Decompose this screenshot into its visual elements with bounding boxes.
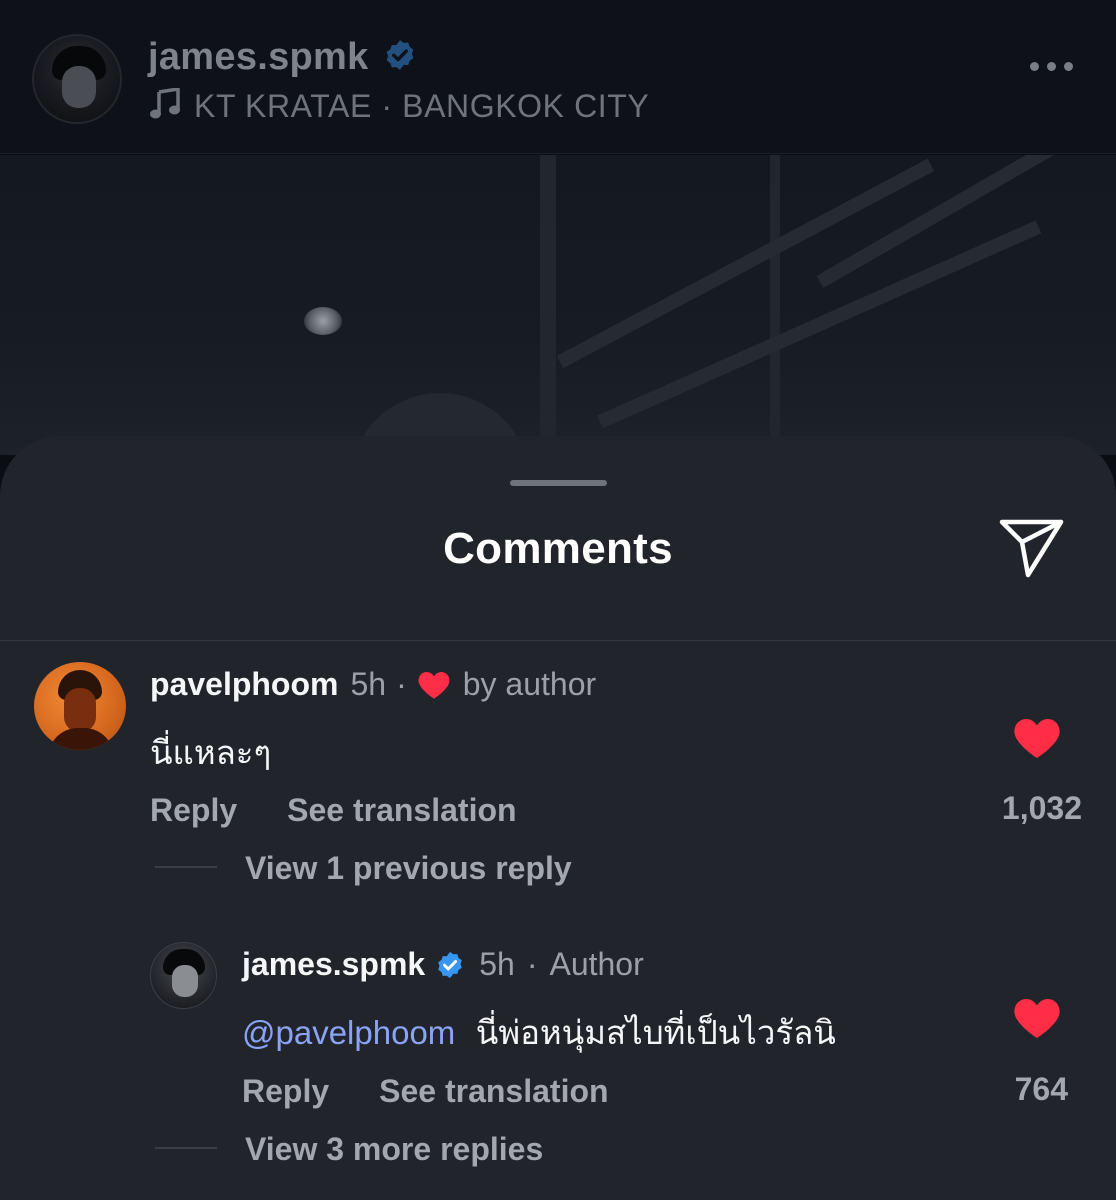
comment-actions: Reply See translation	[150, 792, 517, 829]
mention-link[interactable]: @pavelphoom	[242, 1014, 455, 1051]
heart-icon	[417, 670, 451, 700]
reply-username[interactable]: james.spmk	[242, 946, 425, 983]
post-image	[0, 155, 1116, 455]
more-options-icon[interactable]	[1030, 62, 1073, 71]
view-more-replies-button[interactable]: View 3 more replies	[245, 1131, 543, 1168]
liked-by-author-label: by author	[462, 666, 597, 702]
reply-button[interactable]: Reply	[150, 792, 237, 829]
comment-username[interactable]: pavelphoom	[150, 666, 338, 703]
post-author-avatar[interactable]	[32, 34, 122, 124]
reply-button[interactable]: Reply	[242, 1073, 329, 1110]
post-author-username[interactable]: james.spmk	[148, 36, 369, 79]
reply-actions: Reply See translation	[242, 1073, 609, 1110]
like-count: 764	[1014, 1071, 1068, 1107]
post-header: james.spmk KT KRATAE · BANGKOK CITY	[0, 0, 1116, 154]
comment-header: pavelphoom 5h · by author	[150, 666, 596, 703]
post-music-row[interactable]: KT KRATAE · BANGKOK CITY	[150, 86, 650, 125]
see-translation-button[interactable]: See translation	[287, 792, 516, 829]
heart-icon[interactable]	[1013, 996, 1061, 1040]
reply-text-row: @pavelphoom นี่พ่อหนุ่มสไบที่เป็นไวรัลนิ	[242, 1006, 836, 1059]
thread-line	[155, 1147, 217, 1149]
like-count: 1,032	[1001, 790, 1082, 826]
comment-avatar[interactable]	[34, 662, 126, 750]
author-badge: Author	[549, 946, 644, 982]
view-previous-replies-button[interactable]: View 1 previous reply	[245, 850, 572, 887]
post-music-label: KT KRATAE · BANGKOK CITY	[194, 88, 650, 124]
thread-line	[155, 866, 217, 868]
music-note-icon	[150, 86, 180, 125]
comments-title: Comments	[443, 524, 673, 573]
meta-separator: ·	[526, 946, 538, 982]
post-author-row: james.spmk	[148, 36, 417, 79]
see-translation-button[interactable]: See translation	[379, 1073, 608, 1110]
verified-badge-icon	[383, 38, 417, 77]
share-icon[interactable]	[998, 516, 1066, 580]
meta-separator: ·	[396, 666, 407, 702]
sheet-divider	[0, 640, 1116, 641]
verified-badge-icon	[435, 950, 465, 980]
reply-time: 5h	[479, 946, 515, 982]
reply-text: นี่พ่อหนุ่มสไบที่เป็นไวรัลนิ	[475, 1013, 836, 1052]
heart-icon[interactable]	[1013, 716, 1061, 760]
comment-text: นี่แหละๆ	[150, 733, 272, 772]
comment-time: 5h	[350, 666, 387, 702]
reply-header: james.spmk 5h · Author	[242, 946, 644, 983]
reply-avatar[interactable]	[150, 942, 217, 1009]
sheet-grabber[interactable]	[510, 480, 607, 486]
